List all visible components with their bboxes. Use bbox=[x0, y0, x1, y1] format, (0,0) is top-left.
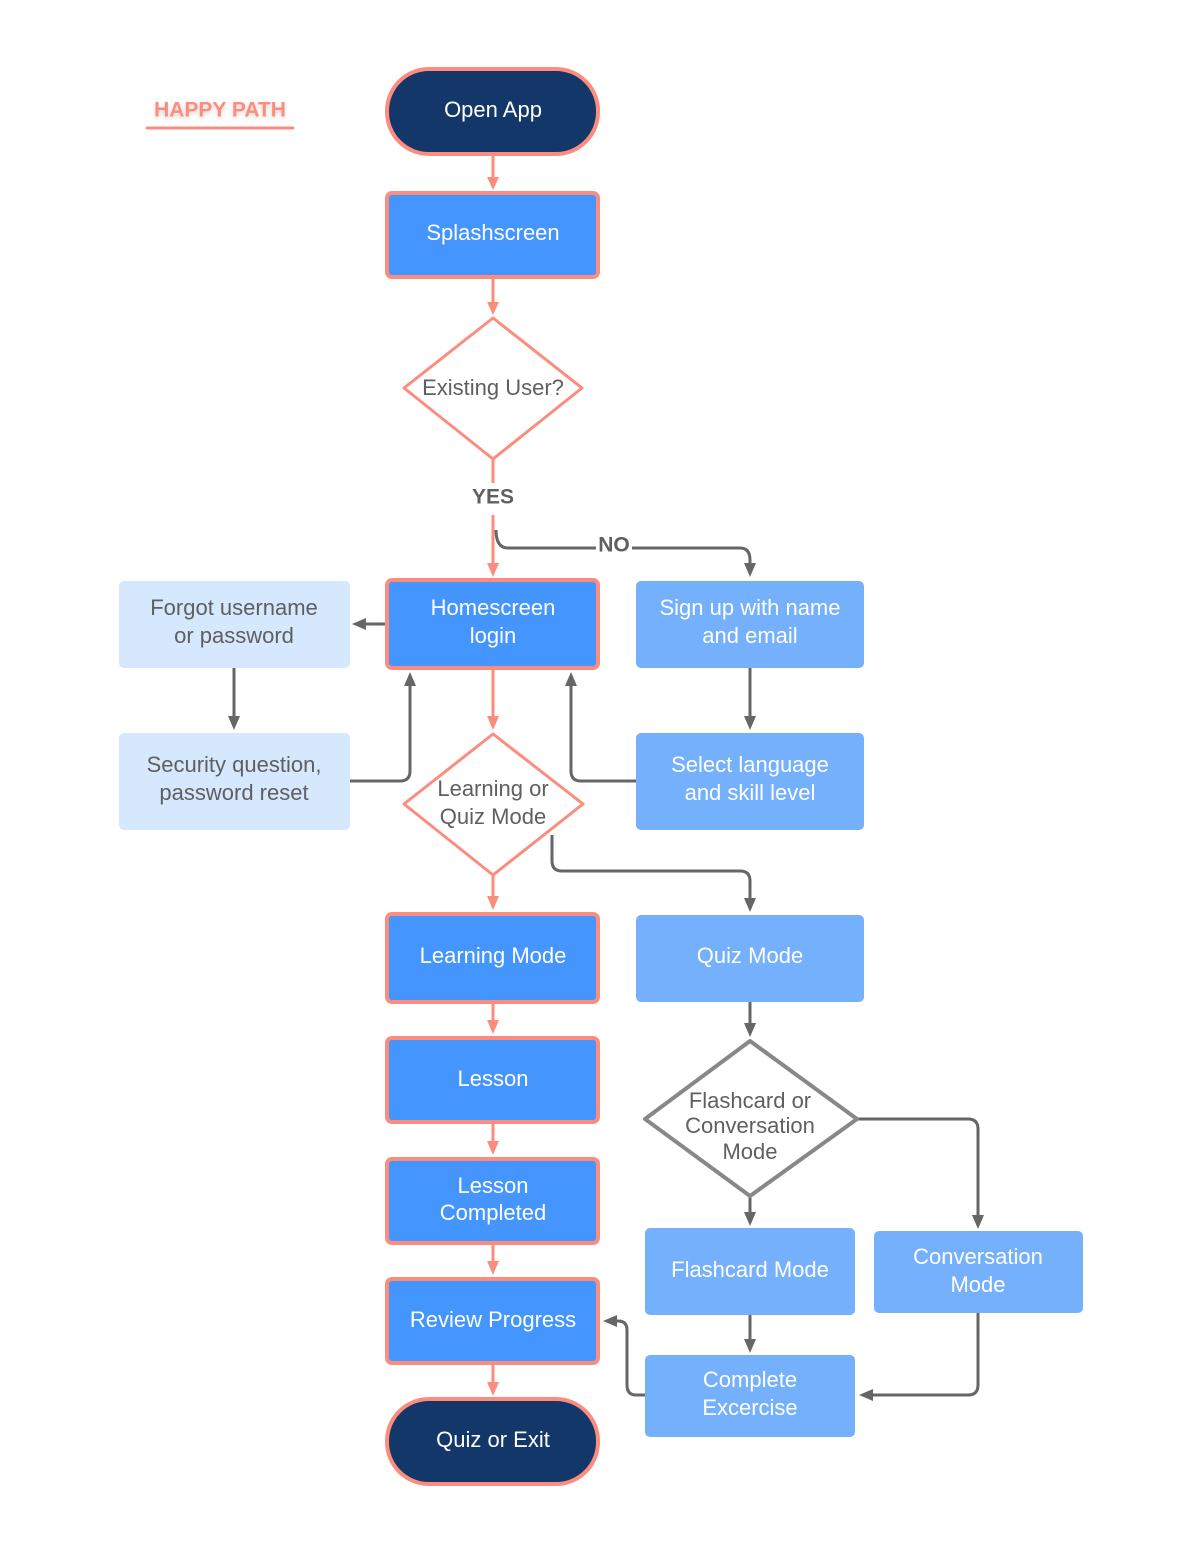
flowchart: HAPPY PATH YES NO Open App Splashscreen … bbox=[119, 67, 1083, 1486]
edge-decision-to-quiz bbox=[550, 835, 752, 898]
arrowhead bbox=[744, 563, 756, 577]
node-lesson[interactable]: Lesson bbox=[385, 1036, 600, 1124]
node-complete-exercise[interactable]: Complete Excercise bbox=[645, 1355, 855, 1437]
arrowhead bbox=[487, 1261, 499, 1275]
node-review-progress[interactable]: Review Progress bbox=[385, 1277, 600, 1365]
svg-text:Flashcard Mode: Flashcard Mode bbox=[671, 1257, 829, 1282]
arrowhead bbox=[487, 563, 499, 577]
arrowhead bbox=[744, 898, 756, 912]
edge-conversation-to-complete bbox=[872, 1313, 980, 1397]
legend-happy-path: HAPPY PATH bbox=[146, 99, 294, 130]
node-conversation-mode[interactable]: Conversation Mode bbox=[874, 1231, 1083, 1313]
svg-text:Existing User?: Existing User? bbox=[422, 375, 564, 400]
edge-security-to-homescreen bbox=[350, 685, 412, 783]
arrowhead bbox=[565, 672, 577, 686]
svg-text:Mode: Mode bbox=[722, 1139, 777, 1164]
arrowhead bbox=[487, 716, 499, 730]
node-quiz-or-exit[interactable]: Quiz or Exit bbox=[385, 1397, 600, 1486]
arrowhead bbox=[487, 1382, 499, 1396]
node-open-app[interactable]: Open App bbox=[385, 67, 600, 156]
node-forgot-credentials[interactable]: Forgot username or password bbox=[119, 581, 350, 668]
svg-text:Conversation: Conversation bbox=[685, 1113, 815, 1138]
node-lesson-completed[interactable]: Lesson Completed bbox=[385, 1157, 600, 1245]
legend-label: HAPPY PATH bbox=[154, 99, 286, 122]
arrowhead bbox=[859, 1389, 873, 1401]
decision-flashcard-or-conversation[interactable]: Flashcard or Conversation Mode bbox=[643, 1039, 859, 1198]
svg-text:Completed: Completed bbox=[440, 1200, 546, 1225]
arrowhead bbox=[487, 1141, 499, 1155]
svg-text:Sign up with name: Sign up with name bbox=[660, 595, 841, 620]
edge-flashdecision-to-conversation bbox=[858, 1117, 980, 1215]
svg-text:and email: and email bbox=[702, 623, 797, 648]
arrowhead bbox=[228, 716, 240, 730]
arrowhead bbox=[487, 896, 499, 910]
svg-text:Forgot username: Forgot username bbox=[150, 595, 318, 620]
node-security-question[interactable]: Security question, password reset bbox=[119, 733, 350, 830]
arrowhead bbox=[744, 1023, 756, 1037]
edge-label-no: NO bbox=[598, 534, 630, 557]
svg-text:Quiz Mode: Quiz Mode bbox=[697, 943, 803, 968]
svg-text:Quiz or Exit: Quiz or Exit bbox=[436, 1427, 550, 1452]
node-splashscreen[interactable]: Splashscreen bbox=[385, 191, 600, 279]
arrowhead bbox=[972, 1215, 984, 1229]
svg-text:login: login bbox=[470, 623, 516, 648]
svg-text:Review Progress: Review Progress bbox=[410, 1307, 576, 1332]
arrowhead bbox=[487, 1020, 499, 1034]
svg-text:Security question,: Security question, bbox=[147, 752, 322, 777]
edge-complete-to-review bbox=[616, 1319, 645, 1397]
svg-text:Lesson: Lesson bbox=[458, 1173, 529, 1198]
arrowhead bbox=[744, 1339, 756, 1353]
arrowhead bbox=[744, 716, 756, 730]
edge-label-yes: YES bbox=[472, 486, 514, 509]
node-select-language[interactable]: Select language and skill level bbox=[636, 733, 864, 830]
svg-text:Excercise: Excercise bbox=[702, 1395, 797, 1420]
node-flashcard-mode[interactable]: Flashcard Mode bbox=[645, 1228, 855, 1315]
arrowhead bbox=[352, 618, 366, 630]
decision-existing-user[interactable]: Existing User? bbox=[402, 316, 584, 461]
decision-learning-or-quiz[interactable]: Learning or Quiz Mode bbox=[402, 732, 585, 877]
svg-text:Select language: Select language bbox=[671, 752, 829, 777]
svg-text:Mode: Mode bbox=[950, 1272, 1005, 1297]
arrowhead bbox=[487, 177, 499, 190]
svg-text:Homescreen: Homescreen bbox=[431, 595, 556, 620]
arrowhead bbox=[744, 1212, 756, 1226]
node-sign-up[interactable]: Sign up with name and email bbox=[636, 581, 864, 668]
svg-text:Flashcard or: Flashcard or bbox=[689, 1088, 811, 1113]
svg-text:Conversation: Conversation bbox=[913, 1244, 1043, 1269]
node-homescreen-login[interactable]: Homescreen login bbox=[385, 578, 600, 670]
svg-text:Open App: Open App bbox=[444, 97, 542, 122]
svg-text:Lesson: Lesson bbox=[458, 1066, 529, 1091]
svg-text:Complete: Complete bbox=[703, 1367, 797, 1392]
arrowhead bbox=[603, 1315, 617, 1327]
svg-text:or password: or password bbox=[174, 623, 294, 648]
svg-text:Quiz Mode: Quiz Mode bbox=[440, 804, 546, 829]
svg-text:Learning Mode: Learning Mode bbox=[420, 943, 567, 968]
svg-text:and skill level: and skill level bbox=[685, 780, 816, 805]
node-learning-mode[interactable]: Learning Mode bbox=[385, 912, 600, 1004]
svg-text:Learning or: Learning or bbox=[437, 776, 548, 801]
svg-text:password reset: password reset bbox=[159, 780, 308, 805]
arrowhead bbox=[487, 302, 499, 315]
arrowhead bbox=[404, 672, 416, 686]
node-quiz-mode[interactable]: Quiz Mode bbox=[636, 915, 864, 1002]
svg-text:Splashscreen: Splashscreen bbox=[426, 220, 559, 245]
edge-select-to-homescreen bbox=[569, 685, 636, 783]
